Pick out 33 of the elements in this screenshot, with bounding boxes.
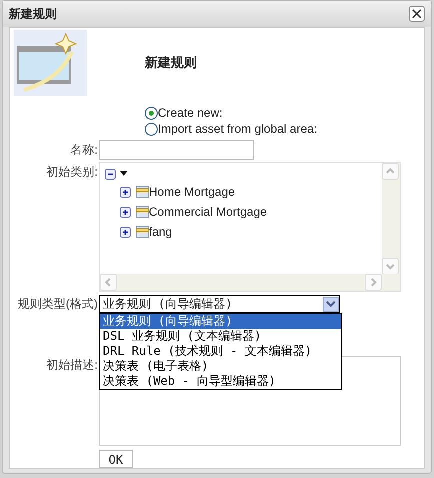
radio-label[interactable]: Create new: <box>158 104 223 122</box>
dropdown-option[interactable]: DRL Rule (技术规则 - 文本编辑器) <box>100 344 341 359</box>
field-label: 初始描述: <box>46 357 98 374</box>
category-icon <box>136 206 149 218</box>
field-label: 规则类型(格式) <box>17 296 98 313</box>
expand-icon[interactable] <box>120 206 131 218</box>
ok-button[interactable]: OK <box>99 450 133 468</box>
radio-button[interactable] <box>145 106 158 120</box>
tree-item[interactable]: fang <box>149 223 172 241</box>
field-label: 名称: <box>70 142 98 159</box>
window-title: 新建规则 <box>9 6 57 23</box>
dialog-heading: 新建规则 <box>145 54 197 72</box>
field-label: 初始类别: <box>46 164 98 181</box>
rule-type-select[interactable]: 业务规则 (向导编辑器) <box>99 295 340 313</box>
close-icon <box>412 9 422 19</box>
dropdown-option[interactable]: 决策表 (Web - 向导型编辑器) <box>100 374 341 389</box>
close-button[interactable] <box>409 6 425 22</box>
tree-item[interactable]: Home Mortgage <box>149 183 236 201</box>
radio-label[interactable]: Import asset from global area: <box>158 120 318 138</box>
dropdown-option[interactable]: DSL 业务规则 (文本编辑器) <box>100 329 341 344</box>
dropdown-option[interactable]: 业务规则 (向导编辑器) <box>100 314 341 329</box>
category-icon <box>136 186 149 198</box>
dropdown-arrow-icon[interactable] <box>120 171 128 177</box>
tree-item[interactable]: Commercial Mortgage <box>149 203 268 221</box>
dropdown-option[interactable]: 决策表 (电子表格) <box>100 359 341 374</box>
new-window-sparkle-icon <box>14 30 87 96</box>
select-value: 业务规则 (向导编辑器) <box>102 296 233 313</box>
radio-button[interactable] <box>145 122 158 136</box>
category-icon <box>136 226 149 238</box>
expand-icon[interactable] <box>120 226 131 238</box>
collapse-icon[interactable] <box>105 168 116 180</box>
name-input[interactable] <box>99 140 254 160</box>
expand-icon[interactable] <box>120 186 131 198</box>
